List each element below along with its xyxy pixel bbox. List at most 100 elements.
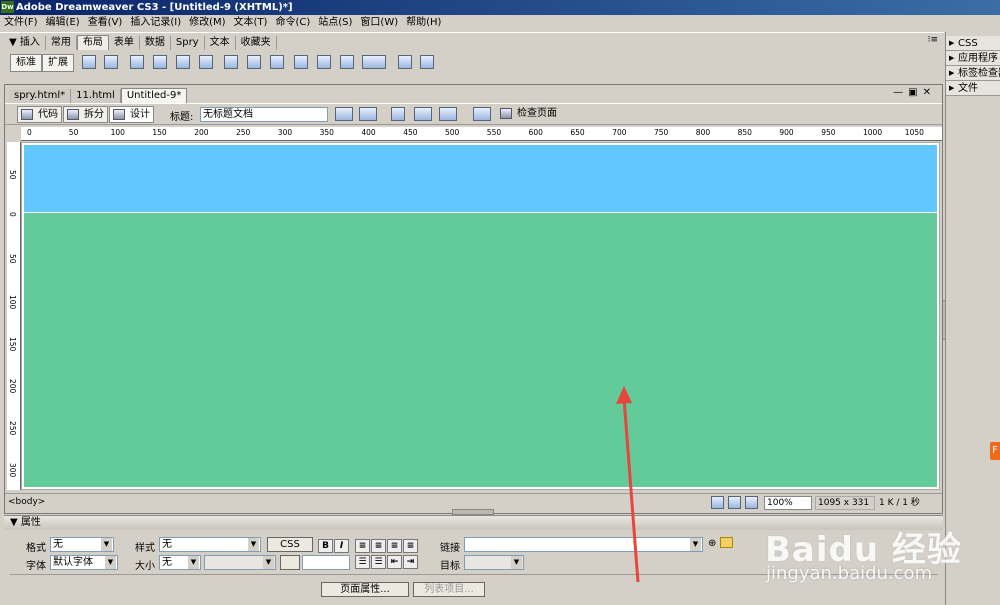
check-page-button[interactable]: 检查页面 — [497, 106, 560, 123]
indent-icon[interactable]: ⇥ — [403, 555, 418, 569]
close-icon[interactable]: ✕ — [923, 87, 936, 98]
title-input[interactable]: 无标题文档 — [200, 107, 328, 122]
ruler-tick-label: 50 — [8, 253, 17, 264]
split-view-button[interactable]: 拆分 — [63, 106, 108, 123]
header-div-blue[interactable] — [24, 145, 937, 212]
ruler-tick-label: 200 — [194, 128, 209, 137]
unordered-list-icon[interactable]: ☰ — [355, 555, 370, 569]
pointer-tool-icon[interactable] — [711, 496, 724, 509]
doc-tab-untitled-9[interactable]: Untitled-9* — [120, 88, 188, 103]
panel-application[interactable]: 应用程序 — [946, 51, 1000, 66]
tag-selector[interactable]: <body> — [8, 497, 45, 507]
minimize-icon[interactable]: — — [893, 87, 908, 98]
panel-tag-inspector[interactable]: 标签检查器 — [946, 66, 1000, 81]
side-feedback-badge[interactable]: F — [990, 442, 1000, 460]
browse-folder-icon[interactable] — [720, 537, 733, 548]
bold-button[interactable]: B — [318, 539, 333, 553]
layout-table-draw-icon[interactable] — [199, 55, 213, 69]
insert-row-below-icon[interactable] — [270, 55, 284, 69]
target-select[interactable] — [464, 555, 524, 570]
italic-button[interactable]: I — [334, 539, 349, 553]
panel-files[interactable]: 文件 — [946, 81, 1000, 96]
iframe-icon[interactable] — [398, 55, 412, 69]
doc-tab-spry[interactable]: spry.html* — [9, 89, 72, 103]
standard-mode-button[interactable]: 标准 — [10, 54, 42, 72]
font-select[interactable]: 默认字体 — [50, 555, 118, 570]
page-properties-button[interactable]: 页面属性... — [321, 582, 409, 597]
table-icon[interactable] — [82, 55, 96, 69]
point-to-file-icon[interactable]: ⊕ — [708, 538, 716, 549]
view-options-icon[interactable] — [414, 107, 432, 121]
text-color-input[interactable] — [302, 555, 350, 570]
file-management-icon[interactable] — [335, 107, 353, 121]
align-left-icon[interactable]: ≡ — [355, 539, 370, 553]
justify-icon[interactable]: ≡ — [403, 539, 418, 553]
tab-data[interactable]: 数据 — [140, 36, 171, 50]
insert-column-right-icon[interactable] — [317, 55, 331, 69]
table-mode-icon[interactable] — [224, 55, 238, 69]
tab-forms[interactable]: 表单 — [109, 36, 140, 50]
layout-cell-icon[interactable] — [176, 55, 190, 69]
panel-css[interactable]: CSS — [946, 36, 1000, 51]
ruler-tick-label: 300 — [8, 462, 17, 477]
ruler-tick-label: 500 — [445, 128, 460, 137]
menu-commands[interactable]: 命令(C) — [271, 15, 314, 31]
outdent-icon[interactable]: ⇤ — [387, 555, 402, 569]
link-input[interactable] — [464, 537, 703, 552]
ruler-tick-label: 600 — [528, 128, 543, 137]
insert-row-above-icon[interactable] — [247, 55, 261, 69]
restore-icon[interactable]: ▣ — [908, 87, 922, 98]
ruler-tick-label: 50 — [68, 128, 79, 137]
menu-edit[interactable]: 编辑(E) — [42, 15, 84, 31]
text-color-picker[interactable] — [280, 555, 300, 570]
tab-layout[interactable]: 布局 — [76, 35, 109, 50]
menu-site[interactable]: 站点(S) — [314, 15, 356, 31]
hand-tool-icon[interactable] — [728, 496, 741, 509]
insert-column-left-icon[interactable] — [294, 55, 308, 69]
menu-insert-record[interactable]: 插入记录(I) — [126, 15, 185, 31]
css-button[interactable]: CSS — [267, 537, 313, 552]
design-view-button[interactable]: 设计 — [109, 106, 154, 123]
tab-common[interactable]: 常用 — [46, 36, 77, 50]
menu-text[interactable]: 文本(T) — [230, 15, 272, 31]
design-label: 设计 — [130, 109, 150, 120]
tab-text[interactable]: 文本 — [205, 36, 236, 50]
align-right-icon[interactable]: ≡ — [387, 539, 402, 553]
ruler-tick-label: 300 — [277, 128, 293, 137]
tab-spry[interactable]: Spry — [171, 36, 205, 50]
layout-table-icon[interactable] — [104, 55, 118, 69]
tab-favorites[interactable]: 收藏夹 — [236, 36, 277, 50]
frames-dropdown-icon[interactable] — [362, 55, 386, 69]
panel-options-icon[interactable]: ⁝≡ — [928, 35, 938, 45]
draw-ap-div-icon[interactable] — [153, 55, 167, 69]
menu-help[interactable]: 帮助(H) — [402, 15, 445, 31]
insert-div-icon[interactable] — [130, 55, 144, 69]
content-div-green[interactable] — [24, 213, 937, 487]
insert-header[interactable]: ▼ 插入 — [4, 36, 46, 50]
align-center-icon[interactable]: ≡ — [371, 539, 386, 553]
menu-view[interactable]: 查看(V) — [84, 15, 127, 31]
window-size-select[interactable]: 1095 x 331 — [815, 496, 875, 510]
menu-file[interactable]: 文件(F) — [0, 15, 42, 31]
ordered-list-icon[interactable]: ☰ — [371, 555, 386, 569]
code-view-button[interactable]: 代码 — [17, 106, 62, 123]
visual-aids-icon[interactable] — [439, 107, 457, 121]
file-size-download-time: 1 K / 1 秒 — [879, 498, 920, 508]
refresh-icon[interactable] — [391, 107, 405, 121]
design-canvas[interactable] — [21, 142, 940, 490]
zoom-tool-icon[interactable] — [745, 496, 758, 509]
menu-window[interactable]: 窗口(W) — [356, 15, 402, 31]
validate-markup-icon[interactable] — [473, 107, 491, 121]
frame-icon[interactable] — [340, 55, 354, 69]
link-label: 链接 — [440, 543, 460, 554]
format-select[interactable]: 无 — [50, 537, 114, 552]
style-select[interactable]: 无 — [159, 537, 261, 552]
expanded-mode-button[interactable]: 扩展 — [42, 54, 74, 72]
preview-browser-icon[interactable] — [359, 107, 377, 121]
size-select[interactable]: 无 — [159, 555, 201, 570]
expanded-tables-icon[interactable] — [420, 55, 434, 69]
zoom-select[interactable]: 100% — [764, 496, 812, 510]
doc-tab-11[interactable]: 11.html — [71, 89, 121, 103]
watermark-url: jingyan.baidu.com — [766, 563, 933, 584]
menu-modify[interactable]: 修改(M) — [185, 15, 229, 31]
